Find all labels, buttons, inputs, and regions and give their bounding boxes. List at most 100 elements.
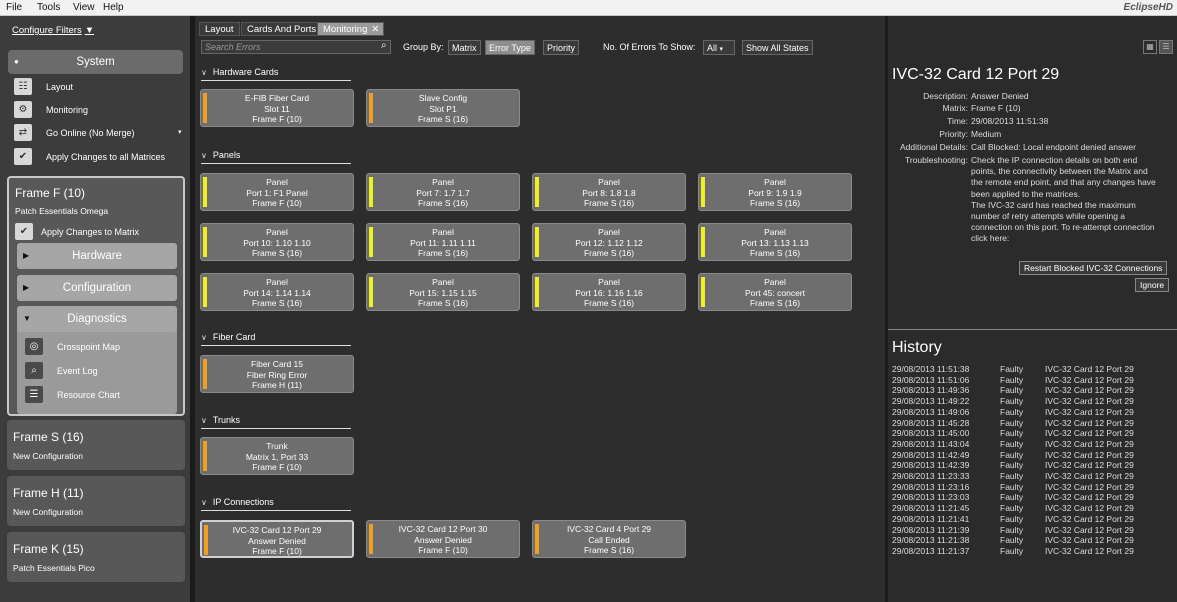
nav-event-log[interactable]: ⌕ Event Log: [25, 362, 98, 380]
troubleshooting-line: connection on this port. To re-attempt c…: [971, 222, 1155, 233]
hardware-header[interactable]: ▶ Hardware: [17, 243, 177, 269]
section-ip-connections[interactable]: ∨ IP Connections: [201, 497, 351, 511]
frame-s-panel[interactable]: Frame S (16) New Configuration: [7, 420, 185, 470]
menu-help[interactable]: Help: [103, 2, 124, 13]
error-card[interactable]: Panel Port 16: 1.16 1.16 Frame S (16): [532, 273, 686, 311]
card-line: Frame S (16): [583, 198, 635, 208]
error-card[interactable]: Panel Port 11: 1.11 1.11 Frame S (16): [366, 223, 520, 261]
tab-layout[interactable]: Layout: [199, 22, 240, 36]
error-card[interactable]: E-FIB Fiber Card Slot 11 Frame F (10): [200, 89, 354, 127]
card-line: Panel: [432, 227, 454, 237]
diagnostics-header[interactable]: ▼ Diagnostics: [17, 306, 177, 332]
card-line: Frame F (10): [418, 545, 468, 555]
history-time: 29/08/2013 11:23:33: [892, 471, 970, 481]
card-line: Port 9: 1.9 1.9: [748, 187, 802, 198]
card-line: Frame F (10): [252, 114, 302, 124]
card-line: Frame S (16): [749, 198, 801, 208]
expand-icon: ▶: [23, 283, 30, 292]
configuration-header[interactable]: ▶ Configuration: [17, 275, 177, 301]
nav-go-online[interactable]: ⇄ Go Online (No Merge) ▾: [14, 124, 182, 142]
group-priority-button[interactable]: Priority: [543, 40, 580, 55]
dropdown-arrow-icon[interactable]: ▾: [178, 124, 182, 142]
error-card[interactable]: Fiber Card 15 Fiber Ring Error Frame H (11…: [200, 355, 354, 393]
frame-h-panel[interactable]: Frame H (11) New Configuration: [7, 476, 185, 526]
error-card[interactable]: Panel Port 12: 1.12 1.12 Frame S (16): [532, 223, 686, 261]
frame-k-subtitle: Patch Essentials Pico: [13, 563, 95, 573]
error-card[interactable]: Panel Port 45: concert Frame S (16): [698, 273, 852, 311]
menu-tools[interactable]: Tools: [37, 2, 60, 13]
card-line: Frame S (16): [417, 248, 469, 258]
group-by-label: Group By:: [403, 42, 444, 52]
collapse-icon: ●: [14, 57, 19, 66]
error-card[interactable]: Panel Port 14: 1.14 1.14 Frame S (16): [200, 273, 354, 311]
history-source: IVC-32 Card 12 Port 29: [1045, 428, 1134, 439]
show-all-states-button[interactable]: Show All States: [742, 40, 813, 55]
history-source: IVC-32 Card 12 Port 29: [1045, 417, 1134, 428]
severity-indicator: [203, 277, 207, 307]
tab-cards-and-ports[interactable]: Cards And Ports: [241, 22, 323, 36]
severity-indicator: [369, 93, 373, 123]
history-state: Faulty: [1000, 503, 1024, 514]
search-icon[interactable]: ⌕: [381, 40, 387, 51]
card-line: Answer Denied: [414, 534, 472, 545]
troubleshooting-line: the remote end point, and that any chang…: [971, 177, 1156, 188]
search-input[interactable]: Search Errors: [201, 40, 391, 54]
history-title: History: [892, 339, 942, 356]
card-line: Port 13: 1.13 1.13: [741, 237, 809, 248]
section-trunks[interactable]: ∨ Trunks: [201, 415, 351, 429]
nav-resource-chart[interactable]: ☰ Resource Chart: [25, 386, 120, 404]
apply-to-matrix[interactable]: ✔ Apply Changes to Matrix: [15, 223, 139, 241]
card-line: Frame F (10): [252, 462, 302, 472]
section-hardware-cards[interactable]: ∨ Hardware Cards: [201, 67, 351, 81]
frame-f-subtitle: Patch Essentials Omega: [15, 206, 109, 216]
error-card[interactable]: Panel Port 9: 1.9 1.9 Frame S (16): [698, 173, 852, 211]
errors-to-show-select[interactable]: All ▾: [703, 40, 735, 55]
error-card[interactable]: Panel Port 10: 1.10 1.10 Frame S (16): [200, 223, 354, 261]
system-header[interactable]: ● System: [8, 50, 183, 74]
chevron-down-icon: ∨: [201, 151, 207, 160]
ignore-button[interactable]: Ignore: [1135, 278, 1170, 292]
card-line: Fiber Card 15: [251, 359, 303, 369]
error-card[interactable]: Slave Config Slot P1 Frame S (16): [366, 89, 520, 127]
nav-layout[interactable]: ☷ Layout: [14, 78, 73, 96]
list-view-icon[interactable]: ☰: [1159, 40, 1173, 54]
history-state: Faulty: [1000, 513, 1024, 524]
group-error-type-button[interactable]: Error Type: [485, 40, 535, 55]
menu-file[interactable]: File: [6, 2, 22, 13]
error-card[interactable]: Panel Port 7: 1.7 1.7 Frame S (16): [366, 173, 520, 211]
frame-k-panel[interactable]: Frame K (15) Patch Essentials Pico: [7, 532, 185, 582]
tab-monitoring[interactable]: Monitoring ✕: [317, 22, 385, 37]
history-state: Faulty: [1000, 364, 1024, 374]
menu-view[interactable]: View: [73, 2, 95, 13]
section-fiber-card[interactable]: ∨ Fiber Card: [201, 332, 351, 346]
history-time: 29/08/2013 11:21:37: [892, 545, 970, 556]
nav-monitoring[interactable]: ⚙ Monitoring: [14, 101, 88, 119]
card-line: Frame F (10): [252, 198, 302, 208]
error-card[interactable]: Panel Port 8: 1.8 1.8 Frame S (16): [532, 173, 686, 211]
configure-filters-link[interactable]: Configure Filters ▼: [12, 25, 94, 36]
card-line: Port 15: 1.15 1.15: [409, 287, 477, 298]
error-card[interactable]: Panel Port 15: 1.15 1.15 Frame S (16): [366, 273, 520, 311]
error-card[interactable]: IVC-32 Card 4 Port 29 Call Ended Frame S (…: [532, 520, 686, 558]
history-state: Faulty: [1000, 385, 1024, 396]
troubleshooting-line: been applied to the matrices.: [971, 188, 1081, 199]
section-panels[interactable]: ∨ Panels: [201, 150, 351, 164]
frame-f-panel[interactable]: Frame F (10) Patch Essentials Omega ✔ App…: [7, 176, 185, 416]
history-source: IVC-32 Card 12 Port 29: [1045, 385, 1134, 396]
detail-title: IVC-32 Card 12 Port 29: [892, 66, 1060, 83]
nav-apply-all[interactable]: ✔ Apply Changes to all Matrices: [14, 148, 165, 166]
history-state: Faulty: [1000, 492, 1024, 503]
close-icon[interactable]: ✕: [371, 23, 379, 37]
error-card[interactable]: Trunk Matrix 1, Port 33 Frame F (10): [200, 437, 354, 475]
restart-blocked-connections-button[interactable]: Restart Blocked IVC-32 Connections: [1019, 261, 1168, 275]
error-card[interactable]: IVC-32 Card 12 Port 30 Answer Denied Frame…: [366, 520, 520, 558]
tab-monitoring-label: Monitoring: [323, 24, 368, 35]
error-card[interactable]: Panel Port 1: F1 Panel Frame F (10): [200, 173, 354, 211]
tile-view-icon[interactable]: ▦: [1143, 40, 1157, 54]
chevron-down-icon: ∨: [201, 498, 207, 507]
nav-monitoring-label: Monitoring: [46, 105, 89, 115]
error-card[interactable]: Panel Port 13: 1.13 1.13 Frame S (16): [698, 223, 852, 261]
nav-crosspoint-map[interactable]: ◎ Crosspoint Map: [25, 338, 120, 356]
error-card[interactable]: IVC-32 Card 12 Port 29 Answer Denied Frame…: [200, 520, 354, 558]
group-matrix-button[interactable]: Matrix: [448, 40, 481, 55]
